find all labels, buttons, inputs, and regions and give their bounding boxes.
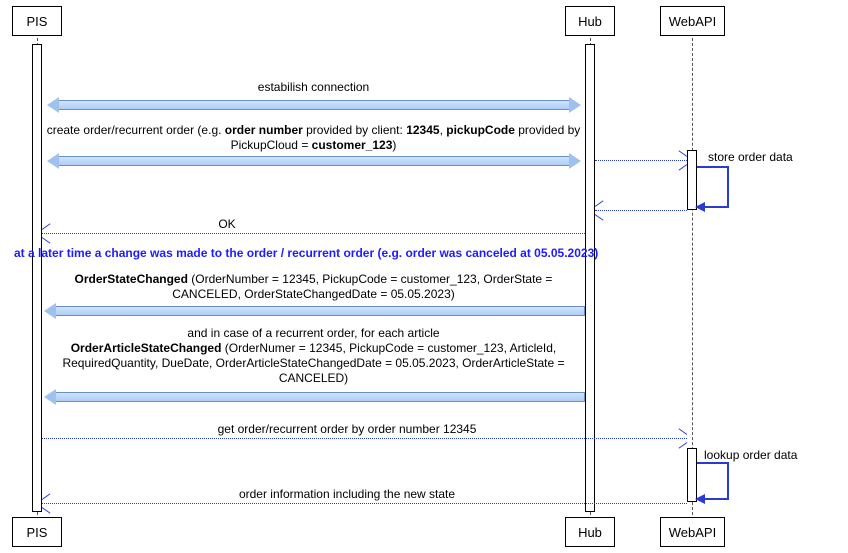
note-later-change: at a later time a change was made to the… bbox=[14, 246, 834, 260]
arrow-osc-icon bbox=[56, 306, 585, 316]
msg-ok: OK bbox=[42, 217, 412, 232]
msg-store-order: store order data bbox=[708, 150, 838, 165]
activation-webapi-1 bbox=[687, 150, 697, 210]
arrow-create-order-icon bbox=[58, 156, 570, 166]
self-call-lookup-icon bbox=[697, 462, 729, 500]
arrow-hub-to-webapi-1-icon bbox=[595, 160, 687, 161]
activation-pis bbox=[32, 44, 42, 512]
self-call-store-icon bbox=[697, 166, 729, 208]
sequence-diagram: PIS Hub WebAPI estabilish connection cre… bbox=[0, 0, 848, 553]
msg-order-article-state-changed: and in case of a recurrent order, for ea… bbox=[42, 326, 585, 386]
msg-order-info: order information including the new stat… bbox=[42, 487, 652, 502]
participant-hub-bottom: Hub bbox=[565, 517, 615, 547]
participant-webapi-top: WebAPI bbox=[660, 6, 725, 36]
participant-webapi-bottom: WebAPI bbox=[660, 517, 725, 547]
msg-order-state-changed: OrderStateChanged (OrderNumber = 12345, … bbox=[42, 272, 585, 302]
arrow-get-order-icon bbox=[42, 438, 687, 439]
participant-pis-bottom: PIS bbox=[12, 517, 62, 547]
arrow-establish-icon bbox=[58, 100, 570, 110]
lifeline-webapi bbox=[692, 38, 693, 515]
msg-lookup: lookup order data bbox=[704, 448, 844, 463]
participant-hub-top: Hub bbox=[565, 6, 615, 36]
arrow-oasc-icon bbox=[56, 392, 585, 402]
activation-hub bbox=[585, 44, 595, 512]
arrow-order-info-icon bbox=[42, 503, 687, 504]
arrow-ok-icon bbox=[42, 233, 585, 234]
msg-get-order: get order/recurrent order by order numbe… bbox=[42, 422, 652, 437]
participant-pis-top: PIS bbox=[12, 6, 62, 36]
arrow-webapi-to-hub-1-icon bbox=[595, 210, 687, 211]
msg-create-order: create order/recurrent order (e.g. order… bbox=[42, 123, 585, 153]
msg-establish: estabilish connection bbox=[42, 80, 585, 95]
